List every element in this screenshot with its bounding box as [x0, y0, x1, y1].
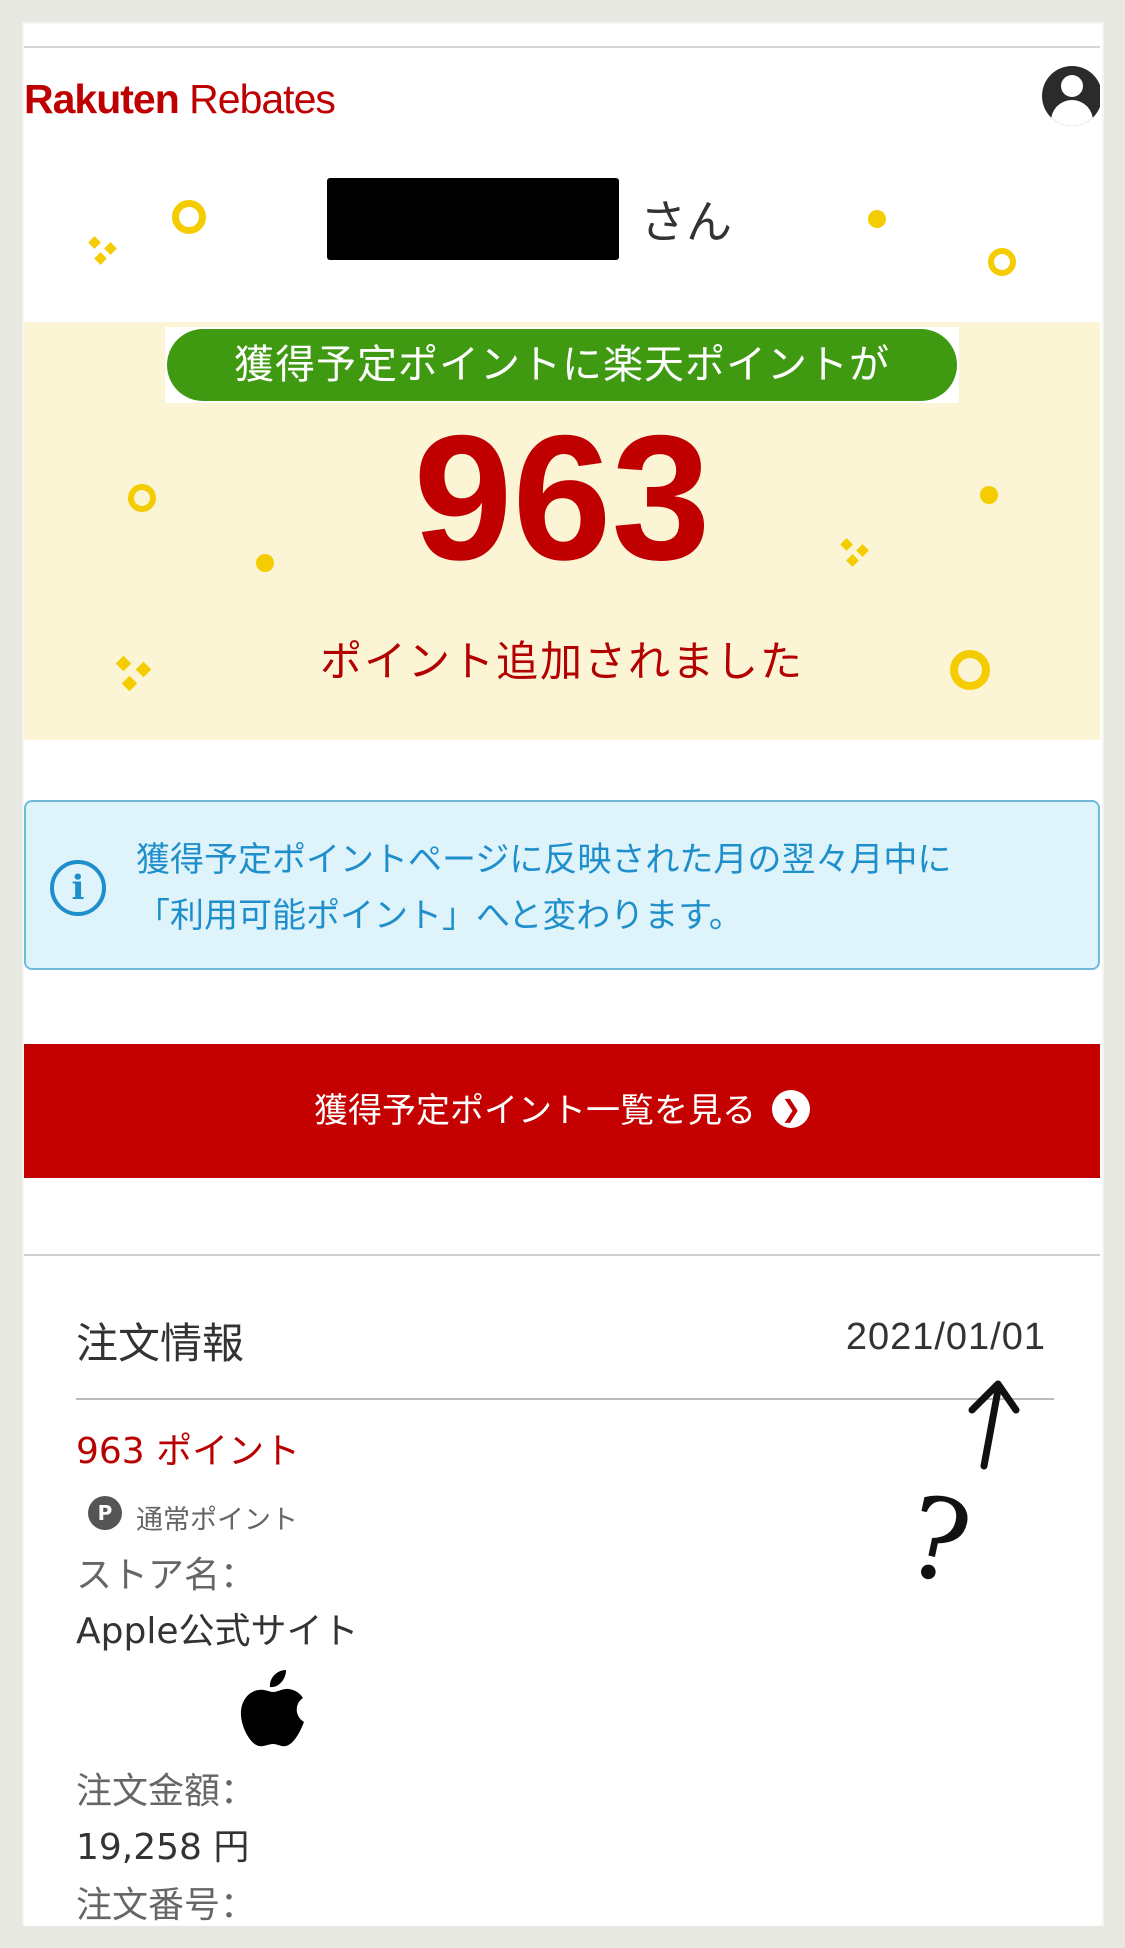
order-date: 2021/01/01 [845, 1316, 1046, 1358]
order-amount-value: 19,258 円 [76, 1827, 250, 1868]
confetti-ring-decoration [172, 200, 206, 234]
confetti-dot-decoration [980, 486, 998, 504]
store-name-label: ストア名： [76, 1555, 257, 1596]
order-divider [76, 1398, 1054, 1400]
view-pending-points-button[interactable]: 獲得予定ポイント一覧を見る ❯ [24, 1044, 1100, 1178]
info-notice-line-1: 獲得予定ポイントページに反映された月の翌々月中に [136, 840, 952, 880]
points-added-message: ポイント追加されました [319, 637, 804, 686]
confetti-sparkle-decoration [112, 652, 156, 696]
info-icon: i [50, 860, 106, 916]
order-points: 963 ポイント [76, 1431, 301, 1472]
confetti-ring-decoration [128, 484, 156, 512]
confetti-ring-decoration [988, 248, 1016, 276]
redacted-user-name [327, 178, 619, 260]
view-pending-points-label: 獲得予定ポイント一覧を見る [314, 1091, 756, 1131]
chevron-right-circle-icon: ❯ [772, 1089, 810, 1128]
store-name-value[interactable]: Apple公式サイト [76, 1602, 358, 1654]
points-value: 963 [413, 398, 711, 597]
info-notice-text: 獲得予定ポイントページに反映された月の翌々月中に 「利用可能ポイント」へと変わり… [136, 832, 1076, 944]
confetti-dot-decoration [256, 554, 274, 572]
info-notice-line-2: 「利用可能ポイント」へと変わります。 [136, 896, 743, 936]
account-circle-icon[interactable] [1042, 66, 1100, 126]
order-amount-label: 注文金額： [76, 1771, 257, 1812]
logo-rebates-text: Rebates [178, 76, 336, 122]
confetti-dot-decoration [868, 210, 886, 228]
confetti-sparkle-decoration [86, 234, 120, 268]
app-screen: Rakuten Rebates さん 獲得予定ポイントに楽天ポイントが 963 … [24, 46, 1100, 1926]
points-headline-pill: 獲得予定ポイントに楽天ポイントが [167, 329, 957, 401]
greeting-suffix: さん [640, 195, 732, 249]
rakuten-rebates-logo[interactable]: Rakuten Rebates [24, 76, 336, 123]
handwritten-question-mark: ? [895, 1471, 981, 1611]
top-divider [24, 46, 1100, 48]
point-type-label: 通常ポイント [136, 1505, 298, 1536]
handwritten-arrow-icon [968, 1380, 1020, 1470]
order-info-title: 注文情報 [76, 1319, 245, 1368]
confetti-ring-decoration [950, 650, 990, 690]
order-number-label: 注文番号： [76, 1885, 257, 1926]
logo-rakuten-text: Rakuten [24, 76, 180, 122]
section-divider [24, 1254, 1100, 1256]
info-notice: i 獲得予定ポイントページに反映された月の翌々月中に 「利用可能ポイント」へと変… [24, 800, 1100, 970]
apple-logo-icon [240, 1670, 304, 1747]
point-type-badge-icon: P [88, 1496, 122, 1530]
confetti-sparkle-decoration [838, 536, 872, 570]
